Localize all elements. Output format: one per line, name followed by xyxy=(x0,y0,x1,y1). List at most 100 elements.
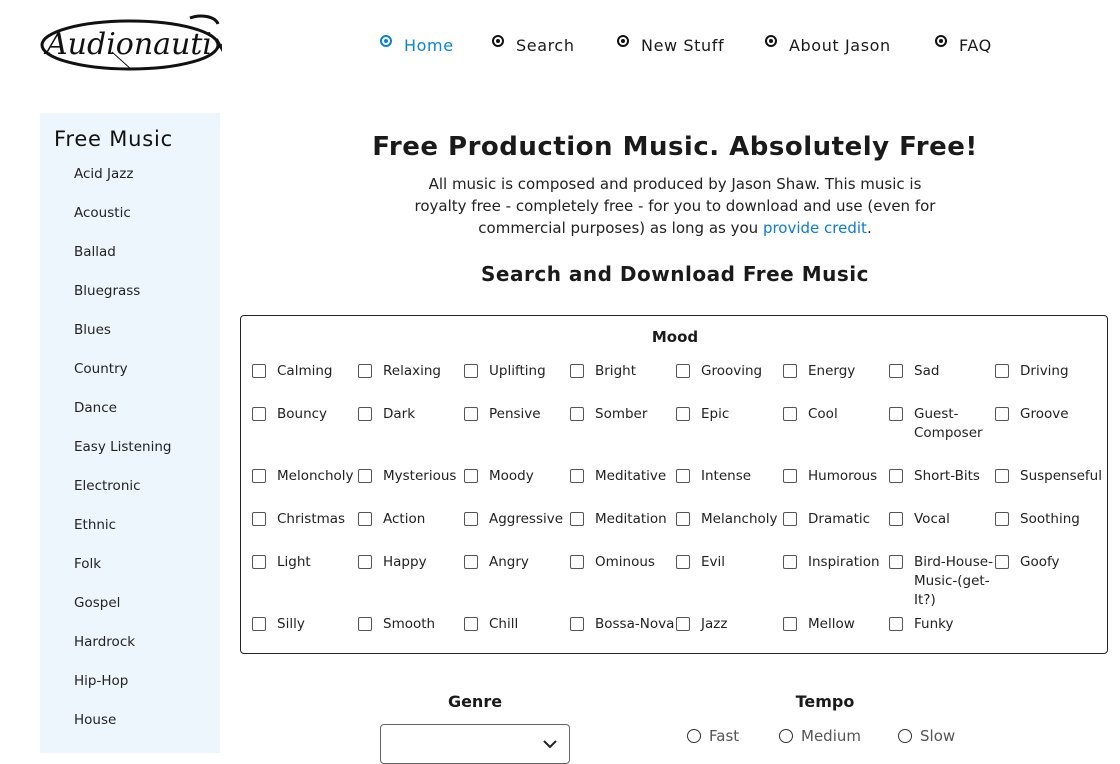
sidebar-item-acoustic[interactable]: Acoustic xyxy=(74,205,131,221)
sidebar-item-ethnic[interactable]: Ethnic xyxy=(74,517,116,533)
nav-new-stuff[interactable]: New Stuff xyxy=(617,34,724,55)
mood-checkbox-item[interactable]: Light xyxy=(252,553,357,572)
mood-checkbox[interactable] xyxy=(252,364,266,378)
nav-about-jason[interactable]: About Jason xyxy=(765,34,891,55)
mood-checkbox[interactable] xyxy=(995,512,1009,526)
mood-checkbox-item[interactable]: Chill xyxy=(464,615,569,634)
mood-checkbox-item[interactable]: Calming xyxy=(252,362,357,381)
mood-checkbox[interactable] xyxy=(464,512,478,526)
radio-button[interactable] xyxy=(779,729,793,743)
mood-checkbox[interactable] xyxy=(676,407,690,421)
tempo-option-slow[interactable]: Slow xyxy=(898,727,955,745)
sidebar-item-easy-listening[interactable]: Easy Listening xyxy=(74,439,171,455)
mood-checkbox-item[interactable]: Mysterious xyxy=(358,467,463,486)
radio-button[interactable] xyxy=(898,729,912,743)
audionautix-logo[interactable]: Audionautix xyxy=(40,12,229,74)
mood-checkbox-item[interactable]: Pensive xyxy=(464,405,569,424)
mood-checkbox[interactable] xyxy=(676,469,690,483)
mood-checkbox[interactable] xyxy=(889,617,903,631)
mood-checkbox-item[interactable]: Bright xyxy=(570,362,675,381)
sidebar-item-electronic[interactable]: Electronic xyxy=(74,478,141,494)
mood-checkbox-item[interactable]: Silly xyxy=(252,615,357,634)
mood-checkbox[interactable] xyxy=(358,555,372,569)
mood-checkbox[interactable] xyxy=(464,364,478,378)
mood-checkbox[interactable] xyxy=(889,469,903,483)
mood-checkbox[interactable] xyxy=(783,617,797,631)
mood-checkbox[interactable] xyxy=(570,364,584,378)
mood-checkbox[interactable] xyxy=(464,555,478,569)
mood-checkbox[interactable] xyxy=(464,469,478,483)
mood-checkbox[interactable] xyxy=(252,512,266,526)
mood-checkbox-item[interactable]: Relaxing xyxy=(358,362,463,381)
mood-checkbox-item[interactable]: Driving xyxy=(995,362,1100,381)
mood-checkbox-item[interactable]: Intense xyxy=(676,467,781,486)
sidebar-item-dance[interactable]: Dance xyxy=(74,400,117,416)
mood-checkbox-item[interactable]: Humorous xyxy=(783,467,888,486)
mood-checkbox-item[interactable]: Angry xyxy=(464,553,569,572)
mood-checkbox-item[interactable]: Dramatic xyxy=(783,510,888,529)
mood-checkbox[interactable] xyxy=(889,364,903,378)
sidebar-item-hardrock[interactable]: Hardrock xyxy=(74,634,135,650)
mood-checkbox[interactable] xyxy=(252,469,266,483)
mood-checkbox-item[interactable]: Energy xyxy=(783,362,888,381)
mood-checkbox-item[interactable]: Happy xyxy=(358,553,463,572)
mood-checkbox[interactable] xyxy=(995,364,1009,378)
mood-checkbox[interactable] xyxy=(464,617,478,631)
sidebar-item-house[interactable]: House xyxy=(74,712,116,728)
mood-checkbox[interactable] xyxy=(570,512,584,526)
mood-checkbox-item[interactable]: Evil xyxy=(676,553,781,572)
mood-checkbox-item[interactable]: Moody xyxy=(464,467,569,486)
mood-checkbox-item[interactable]: Dark xyxy=(358,405,463,424)
mood-checkbox-item[interactable]: Somber xyxy=(570,405,675,424)
mood-checkbox[interactable] xyxy=(783,555,797,569)
mood-checkbox[interactable] xyxy=(252,617,266,631)
mood-checkbox-item[interactable]: Guest-Composer xyxy=(889,405,994,443)
mood-checkbox[interactable] xyxy=(570,555,584,569)
mood-checkbox[interactable] xyxy=(783,364,797,378)
provide-credit-link[interactable]: provide credit xyxy=(763,219,867,237)
sidebar-item-country[interactable]: Country xyxy=(74,361,128,377)
mood-checkbox[interactable] xyxy=(358,364,372,378)
mood-checkbox[interactable] xyxy=(252,555,266,569)
mood-checkbox-item[interactable]: Uplifting xyxy=(464,362,569,381)
mood-checkbox-item[interactable]: Cool xyxy=(783,405,888,424)
mood-checkbox-item[interactable]: Melancholy xyxy=(676,510,781,529)
mood-checkbox-item[interactable]: Ominous xyxy=(570,553,675,572)
mood-checkbox-item[interactable]: Christmas xyxy=(252,510,357,529)
mood-checkbox-item[interactable]: Funky xyxy=(889,615,994,634)
mood-checkbox[interactable] xyxy=(358,617,372,631)
mood-checkbox-item[interactable]: Inspiration xyxy=(783,553,888,572)
sidebar-item-blues[interactable]: Blues xyxy=(74,322,111,338)
mood-checkbox[interactable] xyxy=(783,469,797,483)
mood-checkbox[interactable] xyxy=(358,407,372,421)
mood-checkbox[interactable] xyxy=(889,555,903,569)
tempo-option-medium[interactable]: Medium xyxy=(779,727,861,745)
mood-checkbox-item[interactable]: Meditative xyxy=(570,467,675,486)
mood-checkbox-item[interactable]: Bird-House-Music-(get-It?) xyxy=(889,553,994,610)
mood-checkbox-item[interactable]: Meloncholy xyxy=(252,467,357,486)
tempo-option-fast[interactable]: Fast xyxy=(687,727,739,745)
sidebar-item-hip-hop[interactable]: Hip-Hop xyxy=(74,673,128,689)
mood-checkbox[interactable] xyxy=(889,512,903,526)
mood-checkbox[interactable] xyxy=(676,512,690,526)
mood-checkbox-item[interactable]: Grooving xyxy=(676,362,781,381)
mood-checkbox-item[interactable]: Jazz xyxy=(676,615,781,634)
mood-checkbox-item[interactable]: Vocal xyxy=(889,510,994,529)
mood-checkbox[interactable] xyxy=(464,407,478,421)
mood-checkbox[interactable] xyxy=(570,407,584,421)
mood-checkbox[interactable] xyxy=(995,555,1009,569)
mood-checkbox-item[interactable]: Mellow xyxy=(783,615,888,634)
mood-checkbox[interactable] xyxy=(889,407,903,421)
mood-checkbox-item[interactable]: Groove xyxy=(995,405,1100,424)
mood-checkbox-item[interactable]: Bossa-Nova xyxy=(570,615,675,634)
sidebar-item-acid-jazz[interactable]: Acid Jazz xyxy=(74,166,133,182)
mood-checkbox[interactable] xyxy=(358,512,372,526)
mood-checkbox-item[interactable]: Aggressive xyxy=(464,510,569,529)
nav-faq[interactable]: FAQ xyxy=(935,34,992,55)
mood-checkbox[interactable] xyxy=(358,469,372,483)
sidebar-item-ballad[interactable]: Ballad xyxy=(74,244,116,260)
mood-checkbox-item[interactable]: Sad xyxy=(889,362,994,381)
mood-checkbox[interactable] xyxy=(783,407,797,421)
mood-checkbox[interactable] xyxy=(676,364,690,378)
mood-checkbox[interactable] xyxy=(570,469,584,483)
